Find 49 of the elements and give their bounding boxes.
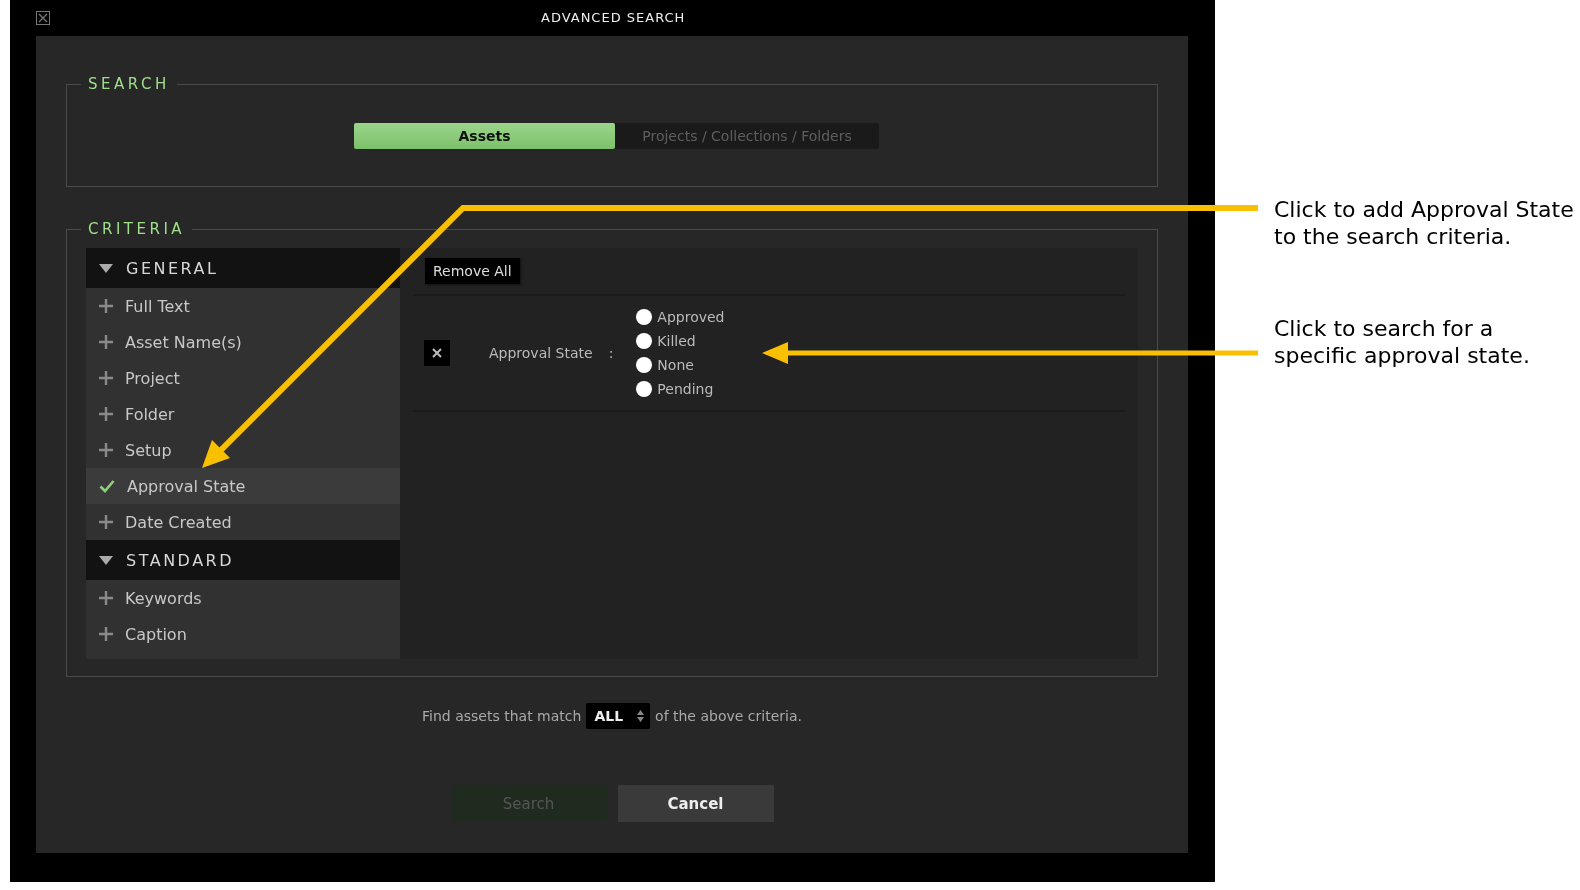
close-icon[interactable] — [36, 11, 50, 25]
match-dropdown[interactable]: ALL — [586, 703, 651, 729]
item-label: Project — [125, 368, 180, 388]
tab[interactable]: Assets — [354, 122, 615, 149]
triangle-down-icon — [99, 263, 113, 273]
close-icon — [432, 348, 442, 358]
callout-text: Click to search for a specific approval state. — [1274, 315, 1531, 369]
radio-label: Approved — [657, 309, 725, 325]
item-label: Keywords — [125, 588, 202, 608]
criteria-item[interactable]: Full Text — [86, 288, 400, 324]
item-label: Caption — [125, 624, 187, 644]
criteria-item[interactable]: Date Created — [86, 504, 400, 540]
match-suffix: of the above criteria. — [655, 708, 802, 724]
criteria-item[interactable]: Project — [86, 360, 400, 396]
match-prefix: Find assets that match — [422, 708, 582, 724]
remove-all-button[interactable]: Remove All — [425, 258, 520, 284]
radio-label: None — [657, 357, 694, 373]
item-label: Approval State — [127, 476, 246, 496]
cancel-button[interactable]: Cancel — [617, 785, 774, 822]
criteria-item[interactable]: Keywords — [86, 580, 400, 616]
item-label: Setup — [125, 440, 172, 460]
criteria-item[interactable]: Asset Name(s) — [86, 324, 400, 360]
remove-button[interactable] — [424, 340, 450, 366]
criteria-item[interactable]: Approval State — [86, 468, 400, 504]
section-heading: CRITERIA — [81, 221, 193, 237]
item-label: Asset Name(s) — [125, 332, 242, 352]
radio-button[interactable] — [636, 357, 653, 373]
group-header[interactable]: STANDARD — [86, 540, 400, 580]
triangle-down-icon — [99, 555, 113, 565]
callout-text: Click to add Approval State to the search criteria. — [1274, 196, 1574, 250]
stepper-arrows-icon — [637, 710, 645, 722]
criteria-item[interactable]: Folder — [86, 396, 400, 432]
radio-label: Pending — [657, 381, 714, 397]
criteria-item[interactable]: Caption — [86, 616, 400, 652]
separator-colon: : — [608, 345, 614, 361]
radio-button[interactable] — [636, 309, 653, 325]
item-label: Full Text — [125, 296, 190, 316]
group-header[interactable]: GENERAL — [86, 248, 400, 288]
group-title: STANDARD — [126, 550, 235, 570]
radio-button[interactable] — [636, 333, 653, 349]
criterion-label: Approval State — [489, 345, 593, 361]
window-title: ADVANCED SEARCH — [541, 10, 686, 25]
item-label: Folder — [125, 404, 175, 424]
group-title: GENERAL — [126, 258, 219, 278]
criteria-item[interactable]: Setup — [86, 432, 400, 468]
radio-label: Killed — [657, 333, 696, 349]
radio-button[interactable] — [636, 381, 653, 397]
item-label: Date Created — [125, 512, 232, 532]
section-heading: SEARCH — [81, 76, 177, 92]
